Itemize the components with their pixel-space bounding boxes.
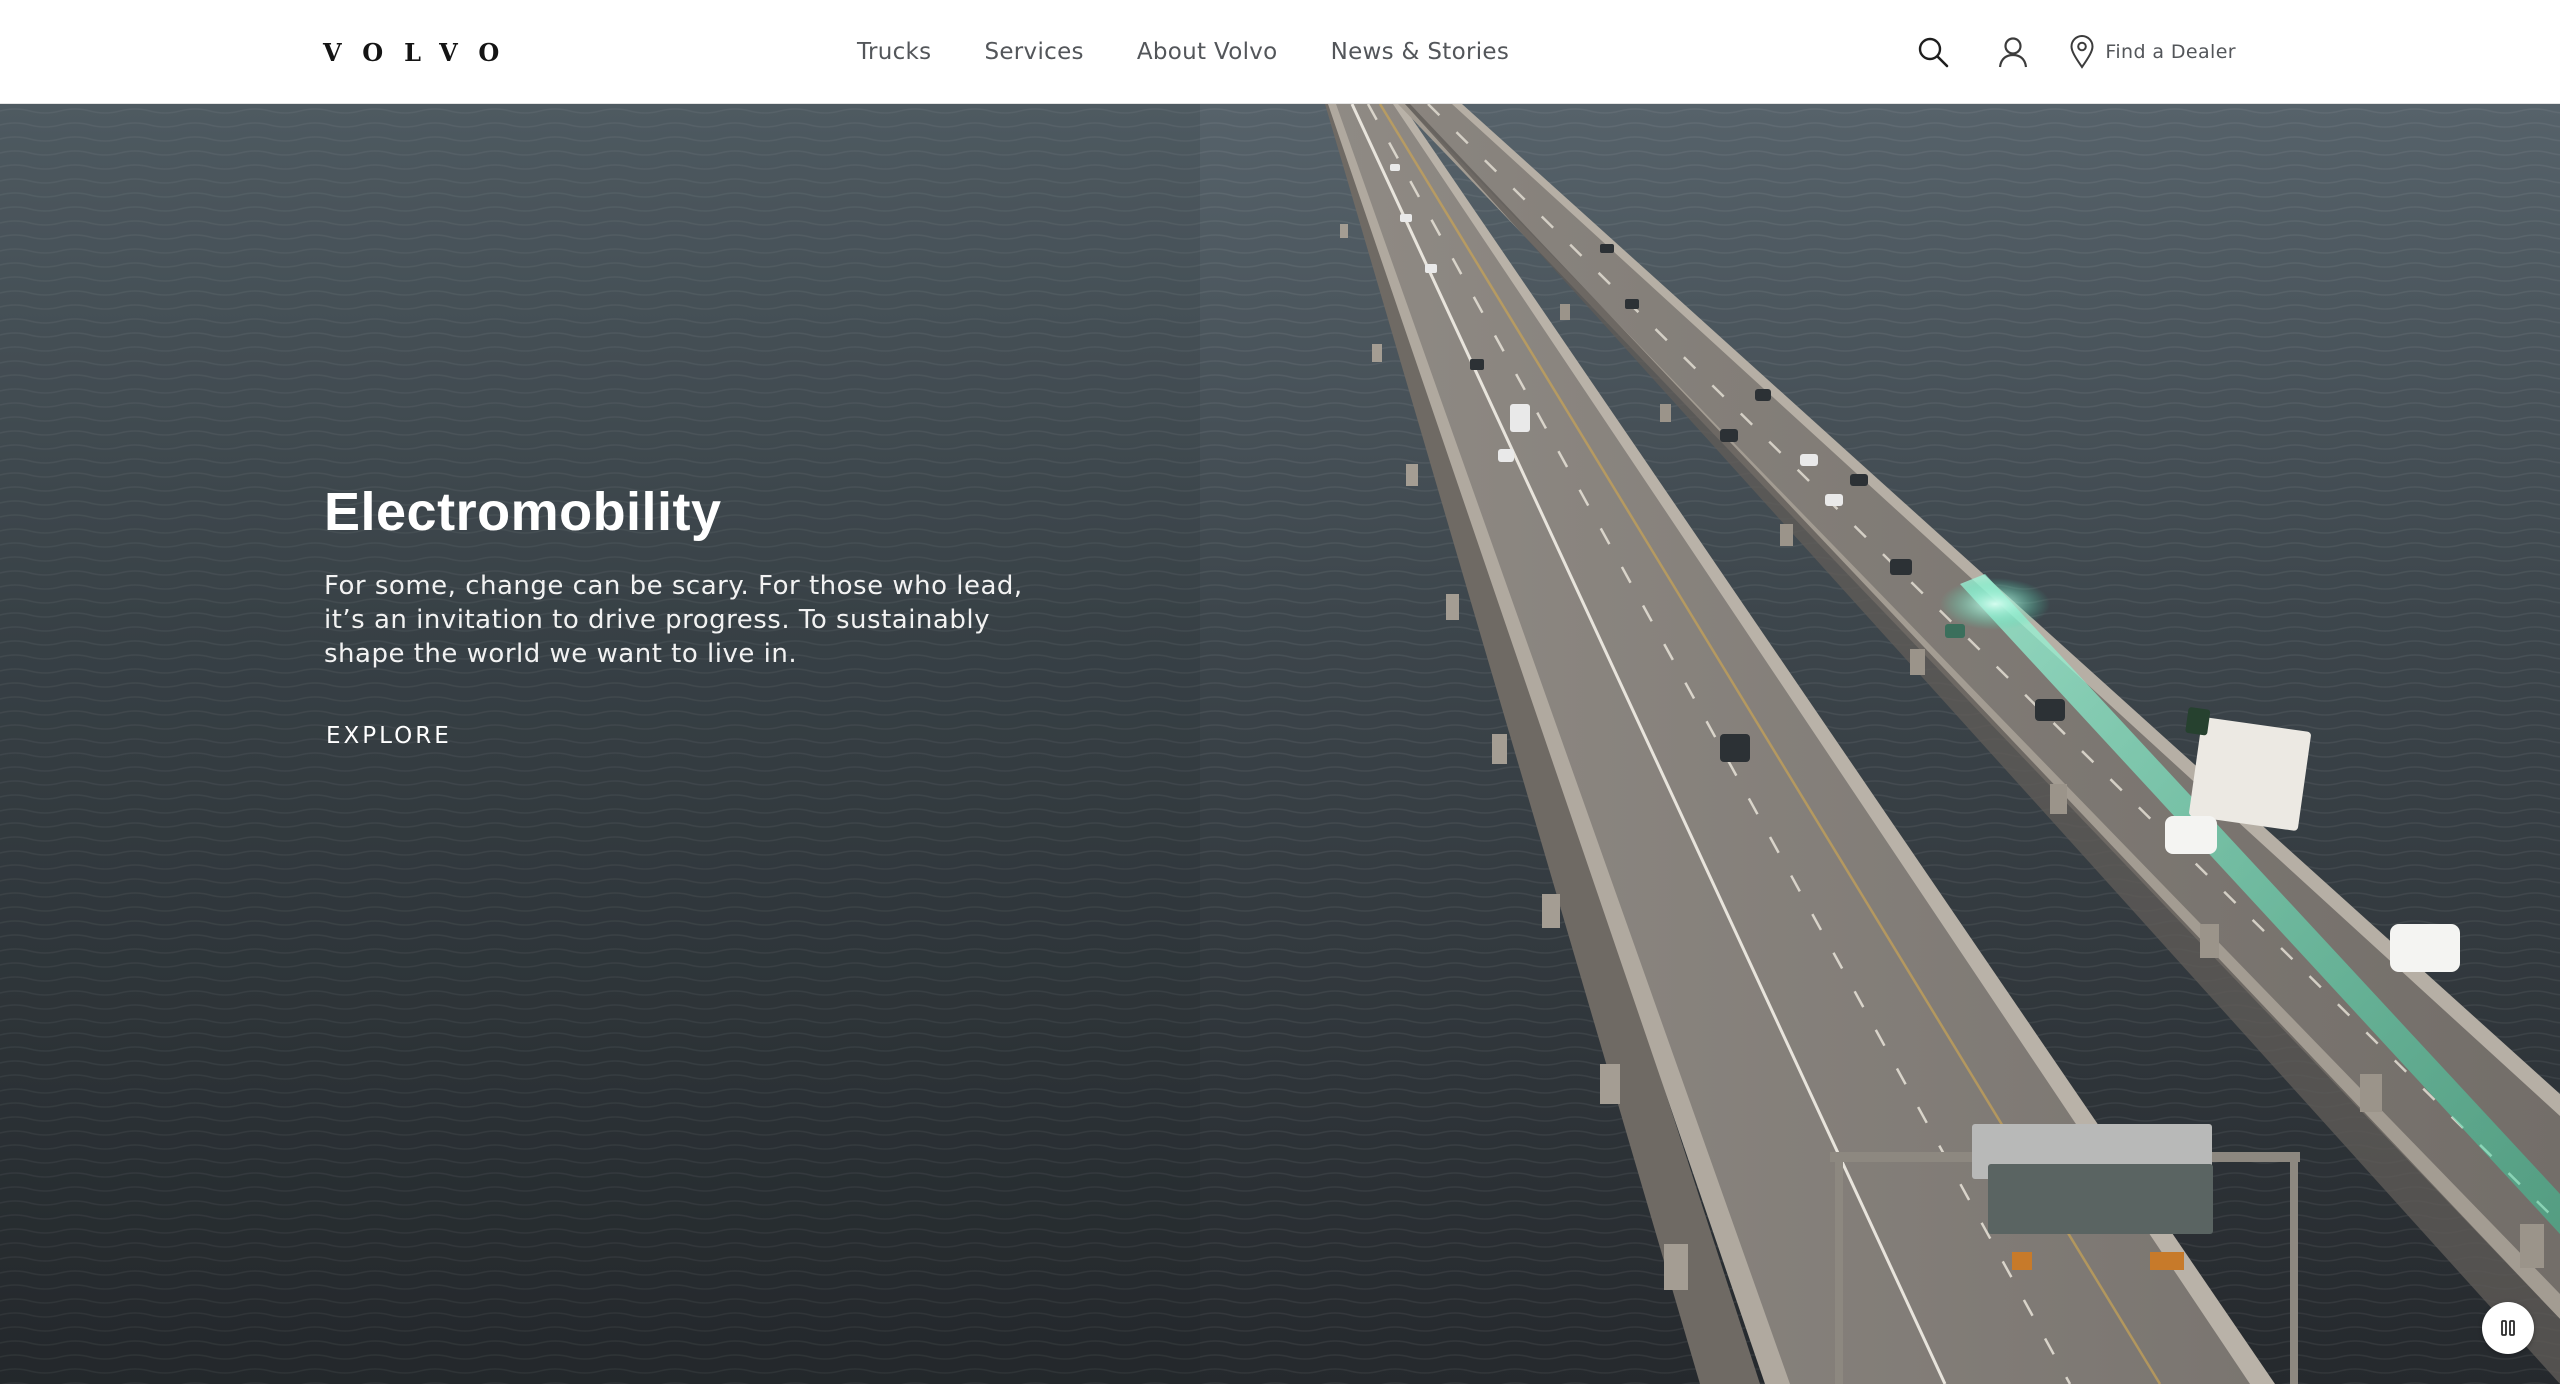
search-icon — [1919, 37, 1949, 68]
site-header: VOLVO Trucks Services About Volvo News &… — [0, 0, 2560, 104]
find-dealer-label: Find a Dealer — [2105, 41, 2236, 63]
header-tools: Find a Dealer — [1915, 0, 2236, 104]
hero-description: For some, change can be scary. For those… — [324, 570, 1023, 669]
nav-about-volvo[interactable]: About Volvo — [1137, 39, 1278, 65]
hero-title: Electromobility — [324, 482, 722, 542]
location-pin-icon — [2070, 35, 2094, 69]
hero-copy: Electromobility For some, change can be … — [324, 480, 1084, 749]
nav-trucks[interactable]: Trucks — [857, 39, 931, 65]
nav-news-stories[interactable]: News & Stories — [1331, 39, 1510, 65]
hero-section: Electromobility For some, change can be … — [0, 104, 2560, 1384]
page: VOLVO Trucks Services About Volvo News &… — [0, 0, 2560, 1384]
explore-link[interactable]: EXPLORE — [326, 723, 452, 749]
account-button[interactable] — [1995, 34, 2031, 70]
nav-services[interactable]: Services — [984, 39, 1083, 65]
logo-text: VOLVO — [323, 37, 521, 67]
user-icon — [1999, 37, 2028, 68]
pause-icon — [2501, 1320, 2515, 1336]
pause-video-button[interactable] — [2482, 1302, 2534, 1354]
search-button[interactable] — [1915, 34, 1951, 70]
volvo-logo[interactable]: VOLVO — [323, 36, 520, 68]
main-nav: Trucks Services About Volvo News & Stori… — [857, 0, 1509, 104]
find-dealer-link[interactable]: Find a Dealer — [2069, 35, 2236, 69]
